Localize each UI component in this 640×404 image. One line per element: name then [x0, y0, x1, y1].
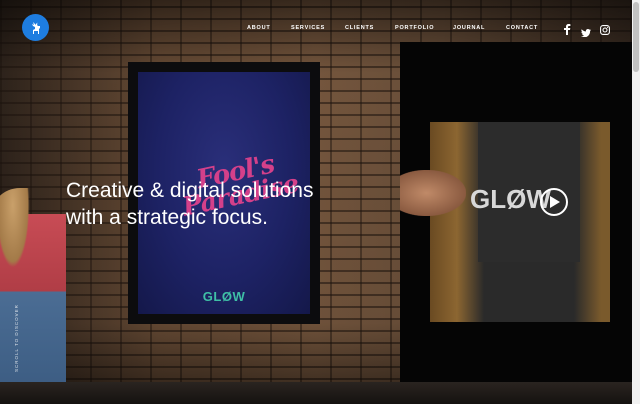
instagram-icon: [600, 25, 610, 35]
twitter-link[interactable]: [581, 24, 591, 42]
hero-section: Fool's Paradise GLØW GLØW Creative & dig…: [0, 0, 632, 404]
twitter-icon: [581, 29, 591, 38]
person-image: [0, 188, 66, 404]
facebook-link[interactable]: [563, 22, 571, 40]
scrollbar-thumb[interactable]: [633, 2, 639, 72]
poster-glow-logo: GLØW: [202, 289, 246, 304]
hero-headline: Creative & digital solutions with a stra…: [66, 179, 314, 229]
deer-icon: [31, 21, 40, 34]
page-scrollbar[interactable]: [632, 0, 640, 404]
video-hand-image: [400, 170, 466, 216]
nav-item-clients[interactable]: CLIENTS: [345, 25, 374, 31]
nav-item-contact[interactable]: CONTACT: [506, 25, 538, 31]
scroll-to-discover-label[interactable]: SCROLL TO DISCOVER: [14, 304, 19, 372]
ground-strip: [0, 382, 632, 404]
brand-logo[interactable]: [22, 14, 49, 41]
play-button[interactable]: [540, 188, 568, 216]
instagram-link[interactable]: [600, 22, 610, 40]
video-block[interactable]: GLØW: [400, 42, 632, 382]
play-icon: [550, 196, 560, 208]
nav-item-portfolio[interactable]: PORTFOLIO: [395, 25, 434, 31]
facebook-icon: [564, 24, 571, 35]
nav-item-services[interactable]: SERVICES: [291, 25, 325, 31]
nav-item-about[interactable]: ABOUT: [247, 25, 271, 31]
video-glow-logo: GLØW: [470, 184, 551, 214]
nav-item-journal[interactable]: JOURNAL: [453, 25, 485, 31]
